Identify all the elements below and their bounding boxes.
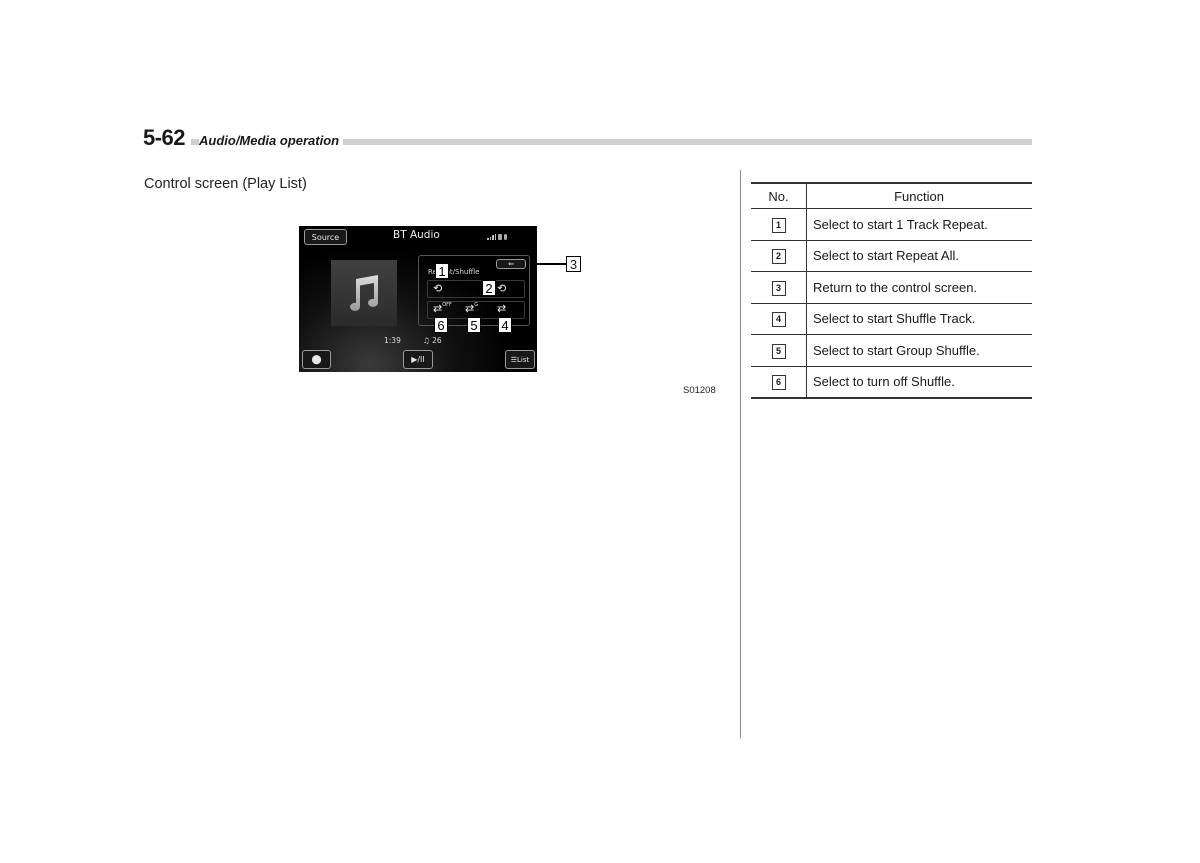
repeat-all-icon[interactable]: ⟲: [497, 283, 506, 294]
list-label: List: [517, 355, 530, 364]
shuffle-off-label: OFF: [442, 302, 452, 308]
row-number: 2: [771, 249, 786, 265]
figure-id: S01208: [683, 385, 716, 396]
page-number: 5-62: [143, 125, 192, 151]
shuffle-track-icon[interactable]: ⇄: [497, 303, 506, 314]
row-function: Select to start Group Shuffle.: [806, 334, 1032, 367]
track-note-icon: ♫: [423, 336, 433, 345]
repeat-shuffle-panel: ⇐ Repeat/Shuffle ⟲ ⟲ ⇄OFF ⇄G ⇄ 1 2 6 5 4: [418, 255, 530, 333]
row-function: Select to start Shuffle Track.: [806, 303, 1032, 335]
table-header-row: No. Function: [751, 182, 1032, 209]
callout-5: 5: [467, 317, 481, 333]
shuffle-group-icon[interactable]: ⇄G: [465, 302, 479, 315]
track-number: ♫ 26: [423, 336, 442, 345]
control-screen-illustration: Source BT Audio ⇐ Repeat/Shuffle ⟲ ⟲ ⇄OF…: [299, 226, 537, 372]
bluetooth-icon: ⬤: [311, 354, 322, 365]
row-function: Return to the control screen.: [806, 271, 1032, 304]
callout-4: 4: [498, 317, 512, 333]
table-row: 4 Select to start Shuffle Track.: [751, 303, 1032, 335]
header-no: No.: [751, 182, 807, 209]
repeat-one-icon[interactable]: ⟲: [433, 283, 442, 294]
return-icon: ⇐: [508, 260, 514, 268]
table-row: 6 Select to turn off Shuffle.: [751, 366, 1032, 399]
row-number: 1: [771, 217, 786, 233]
row-number: 3: [771, 280, 786, 296]
track-number-value: 26: [432, 336, 442, 345]
callout-3-leader: [530, 263, 566, 265]
bluetooth-icon: [504, 234, 507, 240]
section-title: Audio/Media operation: [199, 133, 344, 148]
callout-2: 2: [482, 280, 496, 296]
play-pause-button[interactable]: ▶/II: [403, 350, 433, 369]
callout-3: 3: [566, 256, 581, 272]
status-icons: [487, 234, 507, 240]
row-number: 6: [771, 375, 786, 391]
music-note-icon: [350, 275, 378, 311]
source-button[interactable]: Source: [304, 229, 347, 245]
row-number: 5: [771, 343, 786, 359]
album-art: [331, 260, 397, 326]
header-function: Function: [806, 182, 1032, 209]
elapsed-time: 1:39: [384, 336, 401, 345]
screen-title: BT Audio: [393, 229, 440, 241]
callout-1: 1: [435, 263, 449, 279]
shuffle-off-icon[interactable]: ⇄OFF: [433, 302, 452, 315]
row-function: Select to turn off Shuffle.: [806, 366, 1032, 399]
row-function: Select to start Repeat All.: [806, 240, 1032, 272]
figure-caption: Control screen (Play List): [144, 176, 307, 192]
table-row: 2 Select to start Repeat All.: [751, 240, 1032, 272]
callout-6: 6: [434, 317, 448, 333]
row-function: Select to start 1 Track Repeat.: [806, 208, 1032, 241]
battery-icon: [498, 234, 502, 240]
table-row: 1 Select to start 1 Track Repeat.: [751, 208, 1032, 241]
back-button[interactable]: ⇐: [496, 259, 526, 269]
page-header: 5-62 Audio/Media operation: [143, 125, 1032, 155]
column-divider: [740, 170, 741, 738]
list-button[interactable]: ☰ List: [505, 350, 535, 369]
function-table: No. Function 1 Select to start 1 Track Re…: [751, 182, 1032, 399]
bluetooth-button[interactable]: ⬤: [302, 350, 331, 369]
signal-icon: [487, 234, 496, 240]
shuffle-group-label: G: [474, 302, 479, 308]
table-row: 3 Return to the control screen.: [751, 271, 1032, 304]
row-number: 4: [771, 312, 786, 328]
table-row: 5 Select to start Group Shuffle.: [751, 334, 1032, 367]
